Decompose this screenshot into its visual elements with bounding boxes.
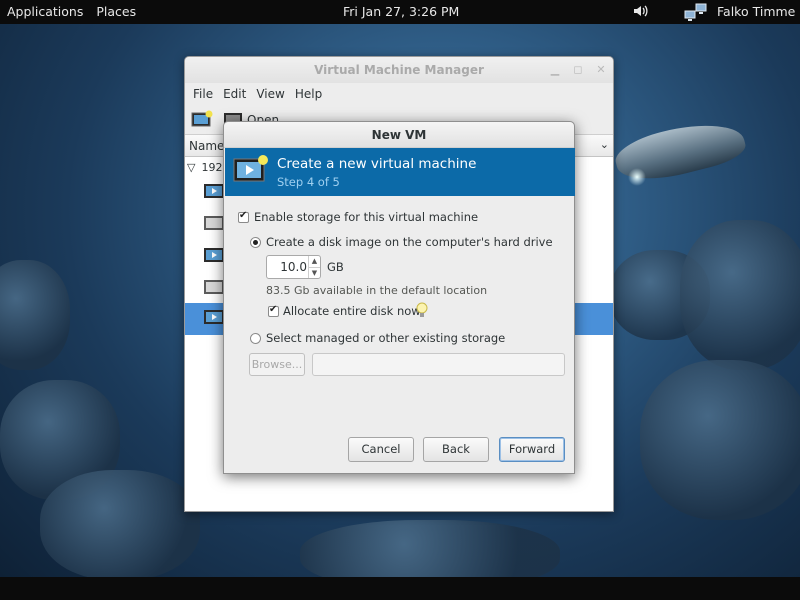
expander-icon[interactable]: ▽	[187, 161, 195, 174]
background-rock	[40, 470, 200, 580]
chevron-down-icon[interactable]: ⌄	[600, 138, 609, 151]
background-rock	[680, 220, 800, 370]
minimize-icon[interactable]: ▁	[548, 63, 562, 77]
network-icon[interactable]	[684, 2, 708, 22]
disk-size-value[interactable]: 10.0	[267, 260, 307, 274]
menu-view[interactable]: View	[252, 85, 288, 103]
clock[interactable]: Fri Jan 27, 3:26 PM	[343, 4, 459, 19]
cancel-button[interactable]: Cancel	[348, 437, 414, 462]
background-rock	[640, 360, 800, 520]
chevron-up-icon[interactable]: ▲	[308, 256, 320, 267]
menu-file[interactable]: File	[189, 85, 217, 103]
places-menu[interactable]: Places	[96, 4, 136, 19]
enable-storage-checkbox[interactable]	[238, 210, 249, 223]
lightbulb-icon	[416, 302, 428, 317]
create-disk-radio[interactable]	[250, 237, 261, 248]
applications-menu[interactable]: Applications	[7, 4, 83, 19]
storage-path-field[interactable]	[312, 353, 565, 376]
bottom-panel	[0, 577, 800, 600]
back-button[interactable]: Back	[423, 437, 489, 462]
browse-button[interactable]: Browse...	[249, 353, 305, 376]
column-name[interactable]: Name	[189, 139, 224, 153]
banner-step: Step 4 of 5	[277, 175, 340, 189]
wizard-banner: Create a new virtual machine Step 4 of 5	[225, 148, 575, 196]
chevron-down-icon[interactable]: ▼	[308, 267, 320, 278]
forward-button[interactable]: Forward	[499, 437, 565, 462]
dialog-title: New VM	[371, 128, 427, 142]
dialog-titlebar[interactable]: New VM	[224, 122, 574, 148]
vm-running-icon	[204, 248, 224, 262]
background-rock	[0, 260, 70, 370]
select-managed-radio[interactable]	[250, 333, 261, 344]
create-disk-label[interactable]: Create a disk image on the computer's ha…	[266, 235, 553, 249]
menu-bar: File Edit View Help	[185, 83, 613, 105]
window-titlebar[interactable]: Virtual Machine Manager ▁ ◻ ✕	[185, 57, 613, 83]
allocate-checkbox[interactable]	[268, 304, 279, 317]
vm-running-icon	[204, 310, 224, 324]
disk-size-stepper[interactable]: 10.0 ▲ ▼	[266, 255, 321, 279]
top-panel: Applications Places Fri Jan 27, 3:26 PM …	[0, 0, 800, 24]
vm-stopped-icon	[204, 280, 224, 294]
close-icon[interactable]: ✕	[594, 63, 608, 77]
allocate-label[interactable]: Allocate entire disk now	[283, 304, 421, 318]
new-vm-icon[interactable]	[191, 110, 213, 130]
select-managed-label[interactable]: Select managed or other existing storage	[266, 331, 505, 345]
vm-running-icon	[204, 184, 224, 198]
disk-unit-label: GB	[327, 260, 344, 274]
host-entry: ▽ 192.	[187, 161, 226, 174]
enable-storage-label[interactable]: Enable storage for this virtual machine	[254, 210, 478, 224]
user-menu[interactable]: Falko Timme	[717, 4, 795, 19]
volume-icon[interactable]	[632, 3, 648, 19]
vm-stopped-icon	[204, 216, 224, 230]
available-space-text: 83.5 Gb available in the default locatio…	[266, 284, 488, 297]
banner-title: Create a new virtual machine	[277, 156, 477, 172]
maximize-icon[interactable]: ◻	[571, 63, 585, 77]
background-light	[628, 168, 646, 186]
menu-edit[interactable]: Edit	[219, 85, 250, 103]
menu-help[interactable]: Help	[291, 85, 326, 103]
new-vm-dialog: New VM Create a new virtual machine Step…	[223, 121, 575, 474]
virtual-machine-icon	[233, 155, 268, 182]
